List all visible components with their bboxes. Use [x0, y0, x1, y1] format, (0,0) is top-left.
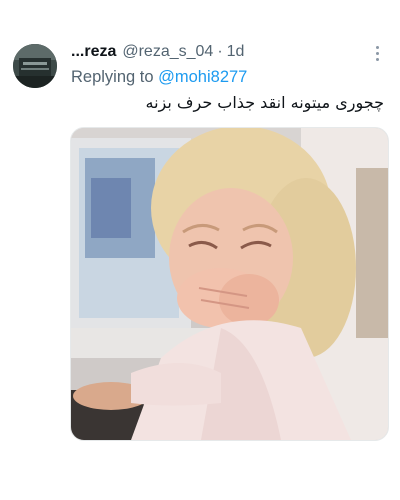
tweet: ...reza @reza_s_04 · 1d Replying to @moh…: [0, 0, 400, 500]
more-vertical-icon[interactable]: [368, 42, 386, 64]
user-handle[interactable]: @reza_s_04: [122, 43, 213, 61]
display-name[interactable]: ...reza: [71, 43, 116, 61]
replying-to-label: Replying to: [71, 68, 159, 86]
separator-dot: ·: [217, 43, 223, 60]
avatar-image: [13, 44, 57, 88]
crying-child-image: [71, 128, 388, 440]
avatar[interactable]: [13, 44, 57, 88]
mention-link[interactable]: @mohi8277: [158, 68, 247, 86]
tweet-media[interactable]: [70, 127, 389, 441]
tweet-header: ...reza @reza_s_04 · 1d: [71, 42, 244, 62]
tweet-text: چجوری میتونه انقد جذاب حرف بزنه: [145, 93, 385, 112]
replying-to: Replying to @mohi8277: [71, 68, 247, 87]
timestamp[interactable]: 1d: [227, 43, 245, 61]
